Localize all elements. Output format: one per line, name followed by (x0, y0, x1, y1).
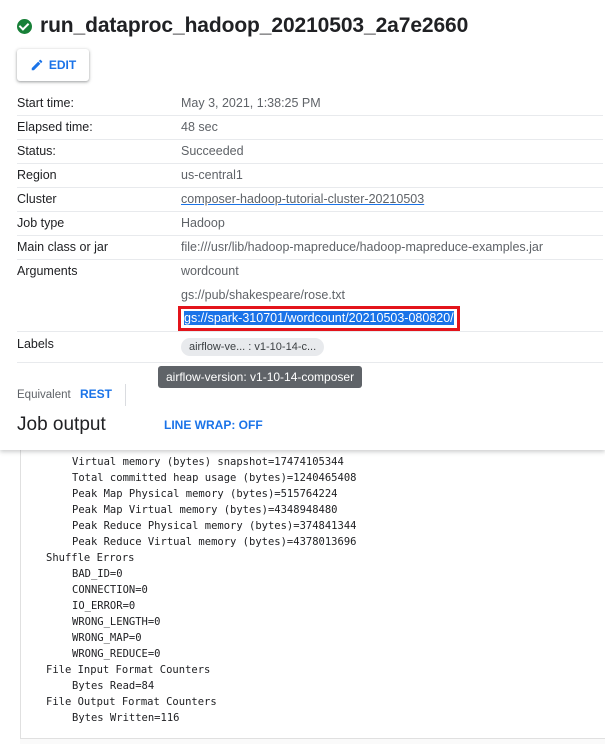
success-check-icon (17, 18, 32, 34)
title-row: run_dataproc_hadoop_20210503_2a7e2660 (17, 14, 468, 38)
log-line: CONNECTION=0 (72, 584, 148, 596)
divider (125, 384, 126, 406)
detail-value: Hadoop (181, 216, 225, 230)
job-title: run_dataproc_hadoop_20210503_2a7e2660 (40, 14, 469, 37)
edit-button[interactable]: EDIT (17, 49, 89, 81)
argument-value-highlighted[interactable]: gs://spark-310701/wordcount/20210503-080… (178, 306, 460, 331)
detail-label: Labels (17, 337, 54, 351)
detail-row-cluster: Cluster composer-hadoop-tutorial-cluster… (17, 188, 603, 212)
log-line: Peak Map Virtual memory (bytes)=43489484… (72, 504, 338, 516)
detail-value: 48 sec (181, 120, 218, 134)
edit-button-label: EDIT (48, 58, 77, 72)
label-chip[interactable]: airflow-ve... : v1-10-14-c... (181, 338, 325, 356)
argument-value: gs://pub/shakespeare/rose.txt (181, 288, 345, 302)
line-wrap-toggle[interactable]: LINE WRAP: OFF (164, 418, 263, 432)
detail-value: us-central1 (181, 168, 243, 182)
log-line: File Input Format Counters (46, 664, 211, 676)
cluster-link[interactable]: composer-hadoop-tutorial-cluster-2021050… (181, 188, 424, 211)
log-line: WRONG_MAP=0 (72, 632, 142, 644)
detail-label: Elapsed time: (17, 120, 93, 134)
detail-label: Arguments (17, 264, 78, 278)
detail-row-start-time: Start time: May 3, 2021, 1:38:25 PM (17, 92, 603, 116)
pencil-icon (31, 59, 43, 71)
job-details-table: Start time: May 3, 2021, 1:38:25 PM Elap… (17, 92, 603, 363)
detail-row-labels: Labels airflow-ve... : v1-10-14-c... (17, 332, 603, 363)
argument-value: wordcount (181, 264, 239, 278)
detail-row-arguments: Arguments wordcount gs://pub/shakespeare… (17, 260, 603, 332)
detail-label: Region (17, 168, 57, 182)
log-line: WRONG_LENGTH=0 (72, 616, 161, 628)
detail-row-region: Region us-central1 (17, 164, 603, 188)
log-line: Bytes Read=84 (72, 680, 155, 692)
detail-row-job-type: Job type Hadoop (17, 212, 603, 236)
log-line: WRONG_REDUCE=0 (72, 648, 161, 660)
log-line: BAD_ID=0 (72, 568, 123, 580)
log-line: Peak Map Physical memory (bytes)=5157642… (72, 488, 338, 500)
log-line: Shuffle Errors (46, 552, 135, 564)
log-line: Bytes Written=116 (72, 712, 180, 724)
detail-value: Succeeded (181, 144, 244, 158)
selected-text: gs://spark-310701/wordcount/20210503-080… (184, 311, 454, 325)
label-tooltip: airflow-version: v1-10-14-composer (158, 366, 363, 388)
detail-value: file:///usr/lib/hadoop-mapreduce/hadoop-… (181, 240, 544, 254)
detail-label: Job type (17, 216, 65, 230)
detail-row-status: Status: Succeeded (17, 140, 603, 164)
job-output-log[interactable]: Virtual memory (bytes) snapshot=17474105… (20, 450, 605, 738)
detail-row-elapsed-time: Elapsed time: 48 sec (17, 116, 603, 140)
log-line: Peak Reduce Physical memory (bytes)=3748… (72, 520, 357, 532)
log-line: Total committed heap usage (bytes)=12404… (72, 472, 357, 484)
log-footer (20, 738, 605, 744)
detail-label: Cluster (17, 192, 57, 206)
log-line: IO_ERROR=0 (72, 600, 136, 612)
job-details-panel: run_dataproc_hadoop_20210503_2a7e2660 ED… (0, 0, 605, 450)
log-line: Peak Reduce Virtual memory (bytes)=43780… (72, 536, 357, 548)
detail-label: Main class or jar (17, 240, 108, 254)
detail-label: Status: (17, 144, 56, 158)
equivalent-label: Equivalent (17, 389, 71, 401)
detail-label: Start time: (17, 96, 74, 110)
detail-value: May 3, 2021, 1:38:25 PM (181, 96, 321, 110)
log-line: File Output Format Counters (46, 696, 217, 708)
job-output-heading: Job output (17, 414, 106, 435)
detail-row-main-class: Main class or jar file:///usr/lib/hadoop… (17, 236, 603, 260)
log-line: Virtual memory (bytes) snapshot=17474105… (72, 456, 344, 468)
rest-button[interactable]: REST (80, 387, 112, 401)
